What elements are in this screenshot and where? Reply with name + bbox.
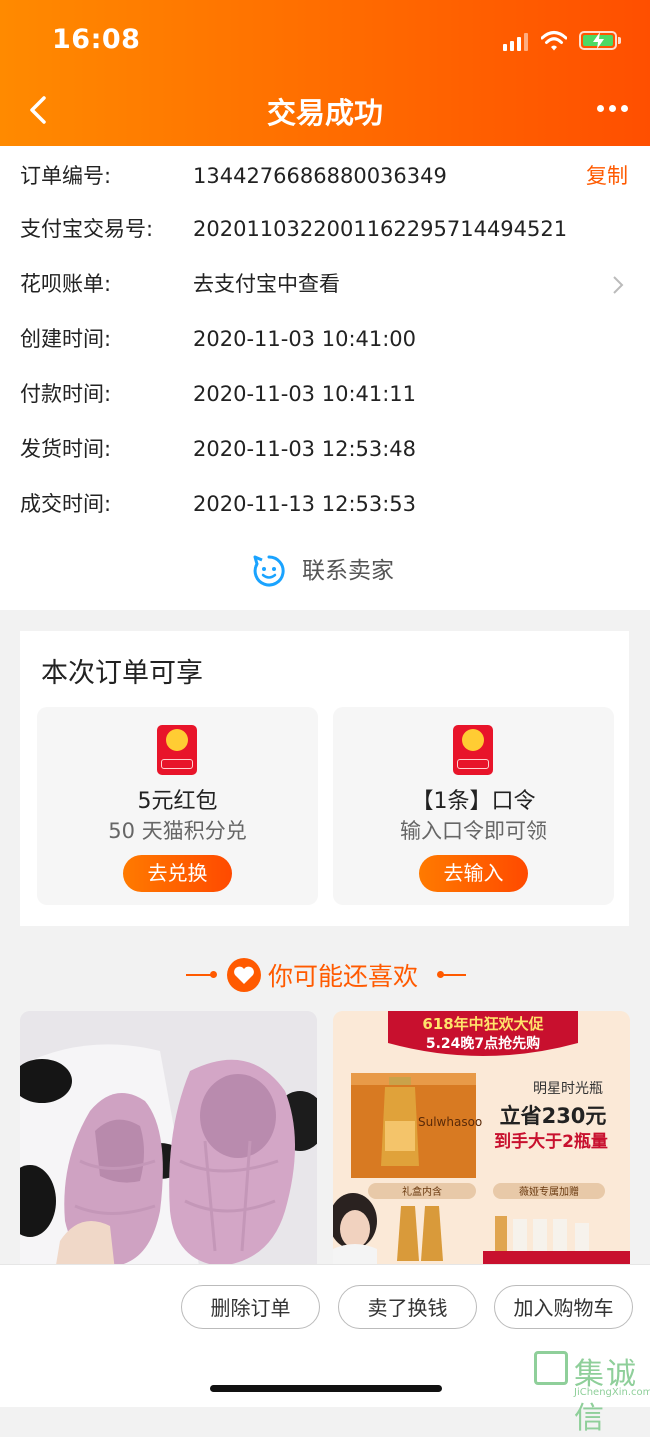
promo-gift-left: 礼盒内含 [402,1185,442,1198]
contact-seller-label: 联系卖家 [302,558,394,584]
page-title: 交易成功 [266,96,383,130]
redeem-button[interactable]: 去兑换 [123,855,232,892]
order-number-row: 订单编号: 1344276686880036349 复制 [0,156,650,196]
promo-deal: 到手大于2瓶量 [494,1131,608,1152]
row-label: 发货时间: [20,437,112,461]
promo-tag: 明星时光瓶 [533,1081,603,1097]
shipped-time-value: 2020-11-03 12:53:48 [193,437,417,461]
enter-code-button[interactable]: 去输入 [419,855,528,892]
benefit-tile: 5元红包 50 天猫积分兑 去兑换 [37,707,318,905]
promo-brand: Sulwhasoo [418,1115,482,1129]
header: 16:08 交易成功 [0,0,650,146]
product-card-skincare[interactable]: 618年中狂欢大促 5.24晚7点抢先购 Sulwhasoo 明星时光瓶 立省2… [333,1011,630,1271]
recommend-header: 你可能还喜欢 [0,955,650,995]
created-time-value: 2020-11-03 10:41:00 [193,327,417,351]
order-number-value: 1344276686880036349 [193,164,447,188]
alipay-trade-row: 支付宝交易号: 2020110322001162295714494521 [0,209,650,249]
contact-seller-button[interactable]: 联系卖家 [0,532,650,610]
recommend-title: 你可能还喜欢 [268,962,419,991]
chat-face-icon [253,555,285,587]
benefit-tile: 【1条】口令 输入口令即可领 去输入 [333,707,614,905]
benefits-title: 本次订单可享 [41,658,203,689]
row-label: 订单编号: [20,164,112,188]
benefits-card: 本次订单可享 5元红包 50 天猫积分兑 去兑换 【1条】口令 输入口令即可领 … [20,631,629,926]
slippers-image [20,1011,317,1271]
wifi-icon [541,31,567,51]
row-label: 创建时间: [20,327,112,351]
promo-banner-line2: 5.24晚7点抢先购 [426,1035,540,1052]
promo-banner-line1: 618年中狂欢大促 [422,1015,544,1033]
bottom-action-bar: 删除订单 卖了换钱 加入购物车 集诚信 JiChengXin.com [0,1264,650,1436]
more-icon[interactable] [590,100,634,118]
row-label: 花呗账单: [20,272,112,296]
benefit-name: 5元红包 [137,789,218,814]
benefit-desc: 50 天猫积分兑 [108,819,247,843]
shipped-time-row: 发货时间: 2020-11-03 12:53:48 [0,429,650,469]
order-info: 订单编号: 1344276686880036349 复制 支付宝交易号: 202… [0,146,650,533]
row-label: 成交时间: [20,492,112,516]
red-packet-icon [157,725,197,775]
copy-button[interactable]: 复制 [586,156,628,196]
home-indicator[interactable] [210,1385,442,1392]
created-time-row: 创建时间: 2020-11-03 10:41:00 [0,319,650,359]
signal-icon [503,33,529,51]
row-label: 付款时间: [20,382,112,406]
skincare-promo-image: 618年中狂欢大促 5.24晚7点抢先购 Sulwhasoo 明星时光瓶 立省2… [333,1011,630,1271]
completed-time-value: 2020-11-13 12:53:53 [193,492,417,516]
row-label: 支付宝交易号: [20,217,154,241]
delete-order-button[interactable]: 删除订单 [181,1285,320,1329]
heart-icon [227,958,261,992]
status-bar: 16:08 [0,0,650,80]
red-packet-icon [453,725,493,775]
huabei-bill-link: 去支付宝中查看 [193,272,340,296]
product-card-slippers[interactable] [20,1011,317,1271]
huabei-bill-row[interactable]: 花呗账单: 去支付宝中查看 [0,264,650,304]
completed-time-row: 成交时间: 2020-11-13 12:53:53 [0,484,650,524]
resell-button[interactable]: 卖了换钱 [338,1285,477,1329]
add-to-cart-button[interactable]: 加入购物车 [494,1285,633,1329]
promo-save: 立省230元 [500,1104,607,1128]
divider-dot [210,971,217,978]
divider [186,974,212,976]
battery-icon [579,31,617,50]
promo-gift-right: 薇娅专属加赠 [519,1185,579,1198]
paid-time-value: 2020-11-03 10:41:11 [193,382,417,406]
watermark-sub: JiChengXin.com [574,1387,650,1398]
alipay-trade-value: 2020110322001162295714494521 [193,217,568,241]
divider [440,974,466,976]
benefit-desc: 输入口令即可领 [400,819,547,843]
benefit-name: 【1条】口令 [411,789,536,814]
watermark-logo-icon [534,1351,568,1385]
paid-time-row: 付款时间: 2020-11-03 10:41:11 [0,374,650,414]
watermark: 集诚信 JiChengXin.com [534,1349,650,1436]
battery-tip [618,37,621,44]
chevron-right-icon [613,276,624,294]
status-time: 16:08 [52,24,141,55]
